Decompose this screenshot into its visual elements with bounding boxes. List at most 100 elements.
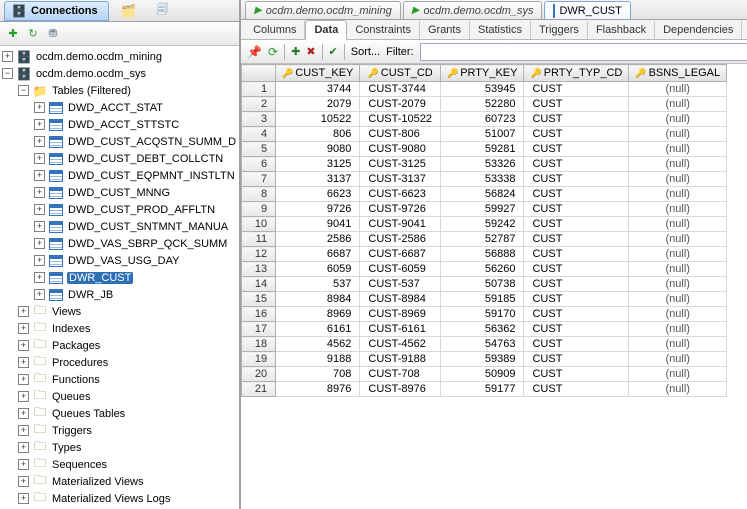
sub-tab[interactable]: Triggers (531, 21, 588, 39)
schema-folder[interactable]: +🗀Materialized Views Logs (2, 490, 237, 507)
row-number-cell[interactable]: 18 (242, 337, 276, 352)
cell[interactable]: 59927 (440, 202, 524, 217)
column-header[interactable]: 🔑BSNS_LEGAL (629, 65, 727, 82)
cell[interactable]: 6161 (276, 322, 360, 337)
cell[interactable]: 56260 (440, 262, 524, 277)
cell[interactable]: CUST (524, 112, 629, 127)
cell[interactable]: CUST (524, 352, 629, 367)
table-row[interactable]: 73137CUST-313753338CUST(null) (242, 172, 727, 187)
row-number-cell[interactable]: 11 (242, 232, 276, 247)
table-row[interactable]: 218976CUST-897659177CUST(null) (242, 382, 727, 397)
cell[interactable]: (null) (629, 367, 727, 382)
cell[interactable]: CUST-6161 (360, 322, 441, 337)
row-number-cell[interactable]: 4 (242, 127, 276, 142)
table-row[interactable]: 136059CUST-605956260CUST(null) (242, 262, 727, 277)
object-tab[interactable]: ▶ocdm.demo.ocdm_mining (245, 1, 401, 19)
row-num-header[interactable] (242, 65, 276, 82)
sort-label[interactable]: Sort... (351, 46, 380, 58)
row-number-cell[interactable]: 12 (242, 247, 276, 262)
cell[interactable]: 52280 (440, 97, 524, 112)
cell[interactable]: (null) (629, 142, 727, 157)
table-row[interactable]: 86623CUST-662356824CUST(null) (242, 187, 727, 202)
table-node[interactable]: +DWD_ACCT_STTSTC (2, 116, 237, 133)
expand-toggle[interactable]: + (2, 51, 13, 62)
cell[interactable]: CUST (524, 187, 629, 202)
cell[interactable]: 2586 (276, 232, 360, 247)
column-header[interactable]: 🔑PRTY_KEY (440, 65, 524, 82)
cell[interactable]: 8984 (276, 292, 360, 307)
reload-icon[interactable]: ⟳ (268, 45, 278, 59)
cell[interactable]: (null) (629, 97, 727, 112)
cell[interactable]: (null) (629, 82, 727, 97)
table-row[interactable]: 126687CUST-668756888CUST(null) (242, 247, 727, 262)
cell[interactable]: 8969 (276, 307, 360, 322)
expand-toggle[interactable]: + (34, 119, 45, 130)
table-node[interactable]: +DWD_CUST_PROD_AFFLTN (2, 201, 237, 218)
cell[interactable]: 59389 (440, 352, 524, 367)
cell[interactable]: CUST (524, 292, 629, 307)
cell[interactable]: (null) (629, 112, 727, 127)
expand-toggle[interactable]: − (2, 68, 13, 79)
expand-toggle[interactable]: + (18, 357, 29, 368)
expand-toggle[interactable]: + (18, 425, 29, 436)
cell[interactable]: 6059 (276, 262, 360, 277)
expand-toggle[interactable]: + (18, 476, 29, 487)
cell[interactable]: CUST-537 (360, 277, 441, 292)
sub-tab[interactable]: De (742, 21, 747, 39)
expand-toggle[interactable]: + (34, 221, 45, 232)
cell[interactable]: 3137 (276, 172, 360, 187)
expand-toggle[interactable]: + (34, 153, 45, 164)
cell[interactable]: (null) (629, 232, 727, 247)
cell[interactable]: (null) (629, 187, 727, 202)
tab-connections[interactable]: 🗄️ Connections (4, 1, 109, 21)
table-node[interactable]: +DWD_VAS_SBRP_QCK_SUMM (2, 235, 237, 252)
table-row[interactable]: 176161CUST-616156362CUST(null) (242, 322, 727, 337)
row-number-cell[interactable]: 6 (242, 157, 276, 172)
cell[interactable]: 56362 (440, 322, 524, 337)
cell[interactable]: CUST (524, 337, 629, 352)
sub-tab[interactable]: Statistics (470, 21, 531, 39)
pin-icon[interactable]: 📌 (247, 45, 262, 59)
connection-node[interactable]: −🗄️ocdm.demo.ocdm_sys (2, 65, 237, 82)
cell[interactable]: 2079 (276, 97, 360, 112)
cell[interactable]: CUST-8969 (360, 307, 441, 322)
tables-folder[interactable]: −Tables (Filtered) (2, 82, 237, 99)
cell[interactable]: 9188 (276, 352, 360, 367)
cell[interactable]: CUST-6623 (360, 187, 441, 202)
table-row[interactable]: 14537CUST-53750738CUST(null) (242, 277, 727, 292)
cell[interactable]: 59242 (440, 217, 524, 232)
cell[interactable]: (null) (629, 352, 727, 367)
row-number-cell[interactable]: 7 (242, 172, 276, 187)
cell[interactable]: CUST-9041 (360, 217, 441, 232)
cell[interactable]: 50909 (440, 367, 524, 382)
cell[interactable]: CUST (524, 322, 629, 337)
cell[interactable]: (null) (629, 217, 727, 232)
row-number-cell[interactable]: 2 (242, 97, 276, 112)
table-node[interactable]: +DWD_CUST_SNTMNT_MANUA (2, 218, 237, 235)
cell[interactable]: (null) (629, 277, 727, 292)
expand-toggle[interactable]: + (34, 255, 45, 266)
cell[interactable]: CUST (524, 262, 629, 277)
object-tab[interactable]: DWR_CUST (544, 1, 630, 19)
sub-tab[interactable]: Grants (420, 21, 470, 39)
expand-toggle[interactable]: + (34, 204, 45, 215)
row-number-cell[interactable]: 5 (242, 142, 276, 157)
table-row[interactable]: 59080CUST-908059281CUST(null) (242, 142, 727, 157)
cell[interactable]: CUST (524, 307, 629, 322)
table-node[interactable]: +DWD_ACCT_STAT (2, 99, 237, 116)
expand-toggle[interactable]: + (18, 459, 29, 470)
row-number-cell[interactable]: 13 (242, 262, 276, 277)
cell[interactable]: 59185 (440, 292, 524, 307)
sub-tab[interactable]: Data (305, 20, 347, 40)
cell[interactable]: (null) (629, 307, 727, 322)
column-header[interactable]: 🔑CUST_KEY (276, 65, 360, 82)
cell[interactable]: CUST (524, 277, 629, 292)
row-number-cell[interactable]: 1 (242, 82, 276, 97)
cell[interactable]: CUST-6687 (360, 247, 441, 262)
connection-node[interactable]: +🗄️ocdm.demo.ocdm_mining (2, 48, 237, 65)
cell[interactable]: CUST-2586 (360, 232, 441, 247)
cell[interactable]: 56888 (440, 247, 524, 262)
table-node[interactable]: +DWD_CUST_EQPMNT_INSTLTN (2, 167, 237, 184)
cell[interactable]: CUST-3125 (360, 157, 441, 172)
cell[interactable]: CUST-8976 (360, 382, 441, 397)
